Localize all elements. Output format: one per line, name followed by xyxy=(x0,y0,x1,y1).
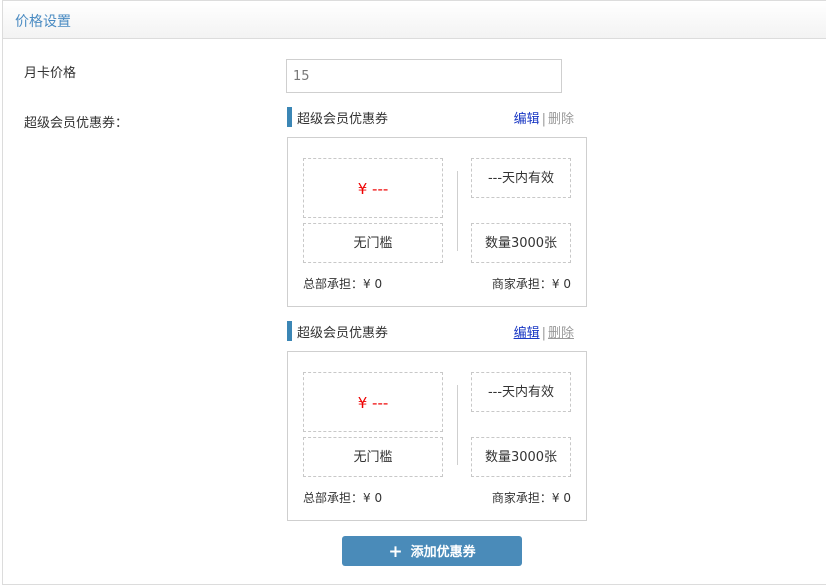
coupon-accent-bar xyxy=(287,321,292,341)
action-separator: | xyxy=(541,326,546,341)
monthly-price-input[interactable] xyxy=(286,59,562,93)
coupon-card: 超级会员优惠券 编辑 | 删除 ¥ --- 无门槛 ---天内有效 数量3000张 … xyxy=(287,321,587,521)
merchant-share: 商家承担：¥ 0 xyxy=(491,491,571,505)
coupon-validity: ---天内有效 xyxy=(471,372,571,412)
coupon-body: ¥ --- 无门槛 ---天内有效 数量3000张 总部承担：¥ 0 商家承担：… xyxy=(287,351,587,521)
hq-share: 总部承担：¥ 0 xyxy=(303,277,383,291)
coupon-actions: 编辑 | 删除 xyxy=(514,108,574,127)
coupon-amount: ¥ --- xyxy=(303,158,443,218)
coupon-divider xyxy=(457,385,458,465)
edit-coupon-link[interactable]: 编辑 xyxy=(514,112,540,127)
monthly-price-label: 月卡价格 xyxy=(24,66,77,81)
hq-share: 总部承担：¥ 0 xyxy=(303,491,383,505)
coupon-actions: 编辑 | 删除 xyxy=(514,322,574,341)
coupon-quantity: 数量3000张 xyxy=(471,223,571,263)
coupon-validity: ---天内有效 xyxy=(471,158,571,198)
coupon-amount: ¥ --- xyxy=(303,372,443,432)
coupon-header: 超级会员优惠券 编辑 | 删除 xyxy=(287,107,587,127)
coupon-threshold: 无门槛 xyxy=(303,223,443,263)
action-separator: | xyxy=(541,112,546,127)
coupon-card: 超级会员优惠券 编辑 | 删除 ¥ --- 无门槛 ---天内有效 数量3000张 … xyxy=(287,107,587,307)
panel-title: 价格设置 xyxy=(15,14,71,30)
plus-icon: + xyxy=(388,542,403,562)
panel-header: 价格设置 xyxy=(3,1,826,39)
merchant-share: 商家承担：¥ 0 xyxy=(491,277,571,291)
coupon-section-label: 超级会员优惠券： xyxy=(24,116,129,131)
coupon-body: ¥ --- 无门槛 ---天内有效 数量3000张 总部承担：¥ 0 商家承担：… xyxy=(287,137,587,307)
coupon-accent-bar xyxy=(287,107,292,127)
coupon-title: 超级会员优惠券 xyxy=(297,326,389,341)
add-coupon-button[interactable]: + 添加优惠券 xyxy=(342,536,522,566)
delete-coupon-link[interactable]: 删除 xyxy=(548,112,574,127)
coupon-quantity: 数量3000张 xyxy=(471,437,571,477)
delete-coupon-link[interactable]: 删除 xyxy=(548,326,574,341)
coupon-header: 超级会员优惠券 编辑 | 删除 xyxy=(287,321,587,341)
coupon-divider xyxy=(457,171,458,251)
coupon-title: 超级会员优惠券 xyxy=(297,112,389,127)
add-coupon-label: 添加优惠券 xyxy=(410,545,476,560)
coupon-threshold: 无门槛 xyxy=(303,437,443,477)
edit-coupon-link[interactable]: 编辑 xyxy=(514,326,540,341)
